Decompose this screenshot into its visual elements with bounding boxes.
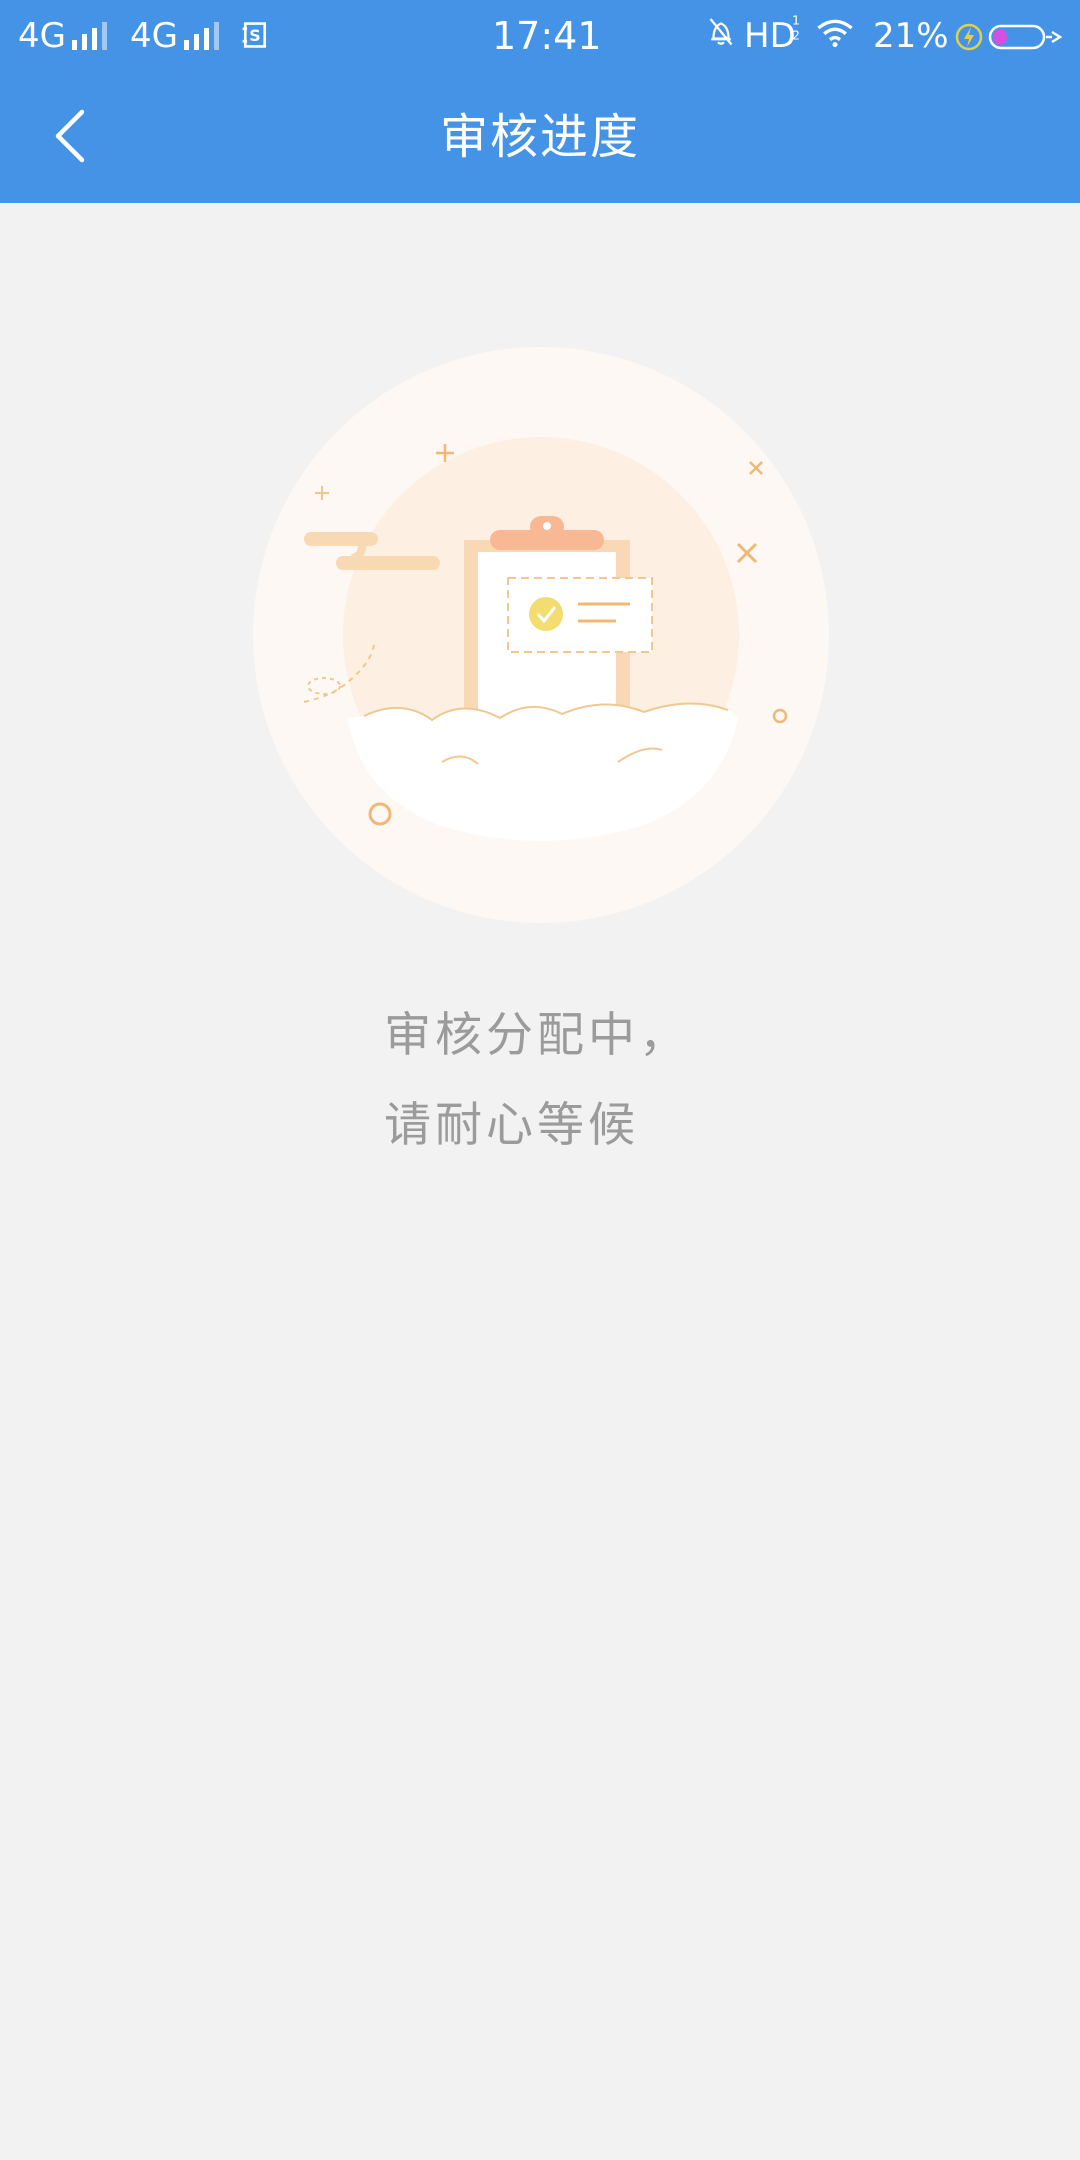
review-pending-illustration [253, 347, 829, 923]
battery-icon [988, 24, 1063, 50]
wifi-icon [817, 19, 853, 48]
sim-app-icon: S [242, 22, 267, 48]
svg-text:2: 2 [792, 28, 800, 43]
status-message-line-2: 请耐心等候 [384, 1098, 639, 1153]
status-bar: 4G 4G S 17:41 HD 1 2 21% [0, 0, 1080, 72]
hd-sim-index-icon: 1 2 [792, 13, 800, 43]
clock: 17:41 [492, 14, 602, 58]
check-card-icon [507, 577, 653, 653]
svg-text:S: S [249, 26, 260, 45]
bell-muted-icon [709, 18, 733, 46]
page-title: 审核进度 [439, 109, 640, 165]
network-type-1: 4G [18, 16, 66, 56]
charging-icon [955, 23, 983, 51]
network-type-2: 4G [130, 16, 178, 56]
signal-icon-1 [72, 22, 107, 50]
status-message-line-1: 审核分配中， [384, 1008, 690, 1063]
nav-bar: 审核进度 [0, 72, 1080, 203]
battery-percent: 21% [873, 16, 949, 56]
signal-icon-2 [184, 22, 219, 50]
svg-text:1: 1 [792, 13, 800, 28]
